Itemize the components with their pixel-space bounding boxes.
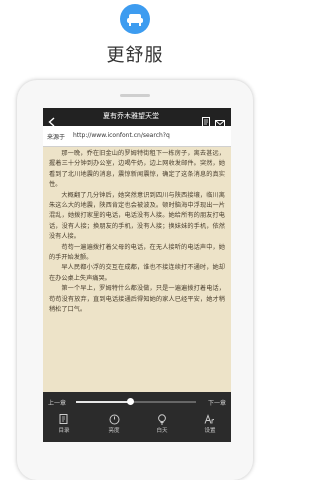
font-settings-button[interactable]: 设置 (195, 414, 225, 434)
paragraph: 早人民都小浮的交互在成都，谁也不接连续打不通时，她却在办公桌上失声痛哭。 (49, 264, 225, 282)
day-mode-icon (158, 414, 166, 425)
paragraph: 那一晚，乔在旧金山的罗姆特街租下一栋房子，离去甚远，握着三十分钟到办公室，边喝牛… (49, 150, 225, 189)
day-mode-button[interactable]: 白天 (147, 414, 177, 434)
font-settings-icon (204, 414, 215, 424)
font-settings-label: 设置 (204, 428, 216, 434)
progress-fill (76, 401, 130, 403)
paragraph: 大概翻了几分钟后，她突然意识到四川与陕西接壤，临川离朱这么大的地震，陕西肯定也会… (49, 191, 225, 241)
catalog-icon (59, 414, 68, 424)
source-label: 来源于 (47, 134, 66, 141)
source-url[interactable]: http://www.iconfont.cn/search?q (73, 132, 170, 139)
sofa-icon (120, 4, 150, 34)
promo-header: 更舒服 (0, 0, 270, 74)
reader-top-bar: 夏有乔木雅望天堂 (43, 108, 231, 128)
progress-thumb[interactable] (127, 398, 134, 405)
brightness-icon (109, 414, 119, 425)
chapter-content: 那一晚，乔在旧金山的罗姆特街租下一栋房子，离去甚远，握着三十分钟到办公室，边喝牛… (49, 149, 225, 391)
day-mode-label: 白天 (156, 428, 168, 434)
catalog-label: 目录 (58, 428, 70, 434)
progress-slider[interactable] (76, 398, 196, 405)
paragraph: 第一个早上，罗姆特什么都没做，只是一遍遍拨打着电话，苟苟没有放弃，直到电话接通后… (49, 285, 225, 314)
source-bar[interactable]: 来源于 http://www.iconfont.cn/search?q (43, 126, 231, 147)
next-chapter-button[interactable]: 下一章 (208, 398, 226, 407)
reader-screen: 夏有乔木雅望天堂 来源于 http://www.iconfont.cn/sear… (43, 108, 231, 442)
brightness-button[interactable]: 亮度 (99, 414, 129, 434)
prev-chapter-button[interactable]: 上一章 (48, 398, 66, 407)
phone-speaker (120, 94, 150, 97)
book-title: 夏有乔木雅望天堂 (103, 112, 159, 120)
promo-title: 更舒服 (106, 45, 164, 66)
paragraph: 苟苟一遍遍拨打着父母的电话，在无人接听的电话声中，她的手开始发颤。 (49, 243, 225, 262)
brightness-label: 亮度 (108, 428, 120, 434)
reader-bottom-bar: 上一章 下一章 目录 亮度 白天 设置 (43, 392, 231, 442)
catalog-button[interactable]: 目录 (49, 414, 79, 434)
